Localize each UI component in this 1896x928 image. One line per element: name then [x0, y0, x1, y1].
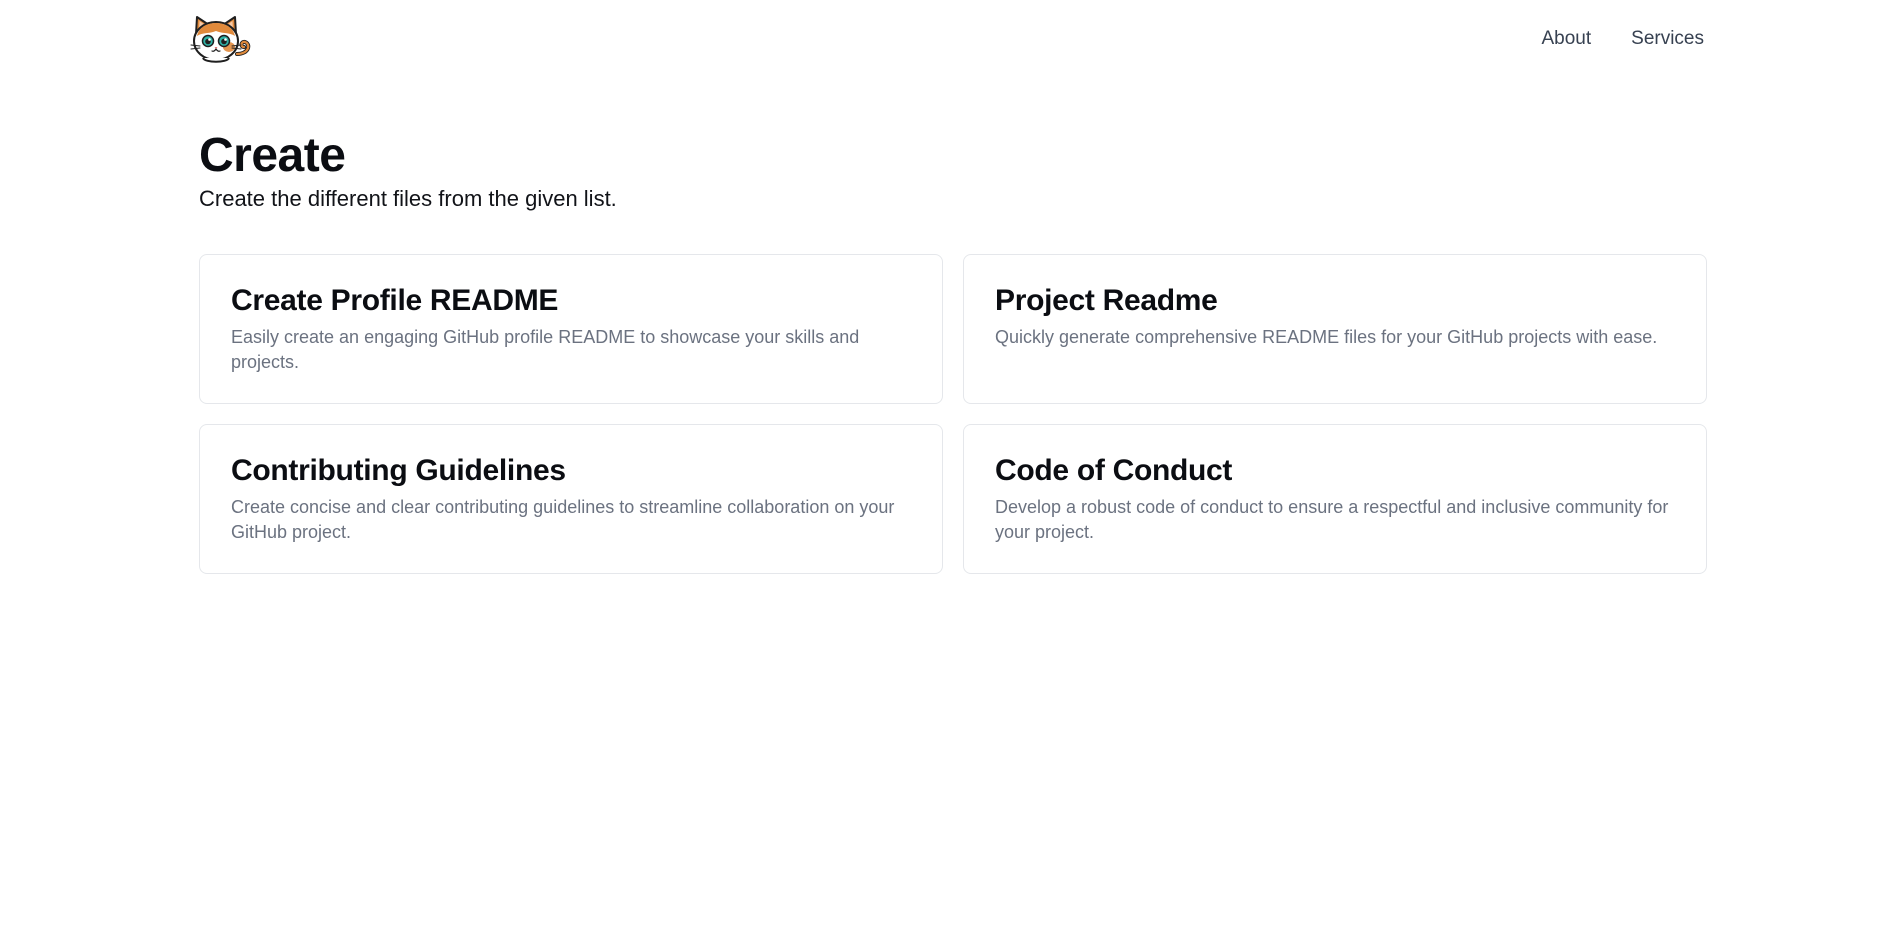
card-description: Quickly generate comprehensive README fi… — [995, 327, 1658, 347]
site-header: About Services — [0, 0, 1896, 78]
card-contributing-guidelines[interactable]: Contributing Guidelines Create concise a… — [199, 424, 943, 574]
card-title: Create Profile README — [231, 284, 559, 317]
main-nav: About Services — [1541, 26, 1704, 52]
card-description: Develop a robust code of conduct to ensu… — [995, 497, 1669, 542]
card-description: Create concise and clear contributing gu… — [231, 497, 895, 542]
template-card-grid: Create Profile README Easily create an e… — [199, 254, 1707, 574]
card-code-of-conduct[interactable]: Code of Conduct Develop a robust code of… — [963, 424, 1707, 574]
card-project-readme[interactable]: Project Readme Quickly generate comprehe… — [963, 254, 1707, 404]
card-title: Project Readme — [995, 284, 1218, 317]
card-create-profile-readme[interactable]: Create Profile README Easily create an e… — [199, 254, 943, 404]
page-subtitle: Create the different files from the give… — [199, 186, 617, 211]
hero-section: Create Create the different files from t… — [199, 128, 617, 214]
card-title: Contributing Guidelines — [231, 454, 566, 487]
cat-logo-icon[interactable] — [189, 14, 253, 64]
nav-link-services[interactable]: Services — [1631, 26, 1704, 52]
page-title: Create — [199, 129, 346, 182]
card-description: Easily create an engaging GitHub profile… — [231, 327, 860, 372]
nav-link-about[interactable]: About — [1541, 26, 1591, 52]
card-title: Code of Conduct — [995, 454, 1233, 487]
